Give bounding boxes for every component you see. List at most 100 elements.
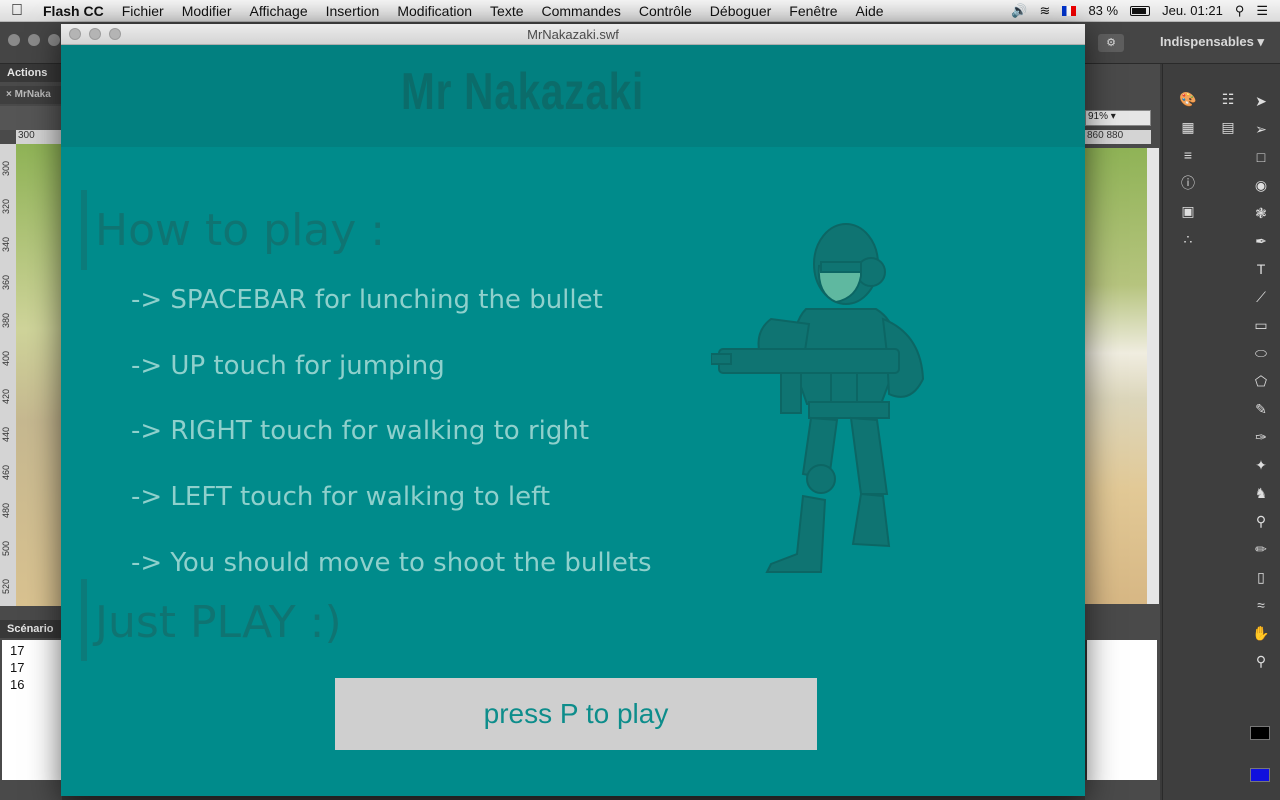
stroke-color-swatch[interactable] — [1250, 726, 1270, 740]
swf-window-title: MrNakazaki.swf — [527, 27, 619, 42]
volume-icon[interactable]: 🔊 — [1011, 3, 1027, 19]
swf-player-window: MrNakazaki.swf Mr Nakazaki How to play :… — [61, 24, 1085, 796]
text-tool-icon[interactable]: T — [1250, 258, 1272, 282]
zoom-icon[interactable] — [109, 28, 121, 40]
eraser-tool-icon[interactable]: ▯ — [1250, 566, 1272, 590]
rule-line: -> You should move to shoot the bullets — [131, 548, 652, 578]
paint-bucket-tool-icon[interactable]: ♞ — [1250, 482, 1272, 506]
info-icon[interactable]: ⓘ — [1177, 172, 1199, 194]
hand-tool-icon[interactable]: ✋ — [1250, 622, 1272, 646]
width-tool-icon[interactable]: ≈ — [1250, 594, 1272, 618]
ruler-label: 420 — [1, 388, 11, 404]
line-tool-icon[interactable]: ⟋ — [1250, 286, 1272, 310]
spotlight-search-icon[interactable]: ⚲ — [1235, 3, 1245, 19]
transform-icon[interactable]: ▣ — [1177, 200, 1199, 222]
oval-tool-icon[interactable]: ⬭ — [1250, 342, 1272, 366]
free-transform-tool-icon[interactable]: □ — [1250, 146, 1272, 170]
zoom-icon[interactable] — [48, 34, 60, 46]
french-flag-icon[interactable] — [1062, 5, 1077, 16]
press-p-to-play-button[interactable]: press P to play — [335, 678, 817, 750]
polystar-tool-icon[interactable]: ⬠ — [1250, 370, 1272, 394]
ruler-top: 300 — [16, 130, 62, 144]
section-marker — [81, 190, 87, 270]
timeline-panel[interactable]: 17 17 16 — [2, 640, 62, 780]
3d-rotation-tool-icon[interactable]: ◉ — [1250, 174, 1272, 198]
swatches-grid-icon[interactable]: ▦ — [1177, 116, 1199, 138]
tools-panel: ➤ ➢ □ ◉ ❃ ✒ T ⟋ ▭ ⬭ ⬠ ✎ ✑ ✦ ♞ ⚲ ✏ ▯ ≈ ✋ … — [1242, 86, 1280, 678]
ink-bottle-tool-icon[interactable]: ⚲ — [1250, 510, 1272, 534]
flash-window-controls — [8, 34, 60, 46]
subselection-tool-icon[interactable]: ➢ — [1250, 118, 1272, 142]
zoom-value: 91% — [1088, 111, 1109, 122]
ruler-label: 380 — [1, 312, 11, 328]
close-icon[interactable] — [8, 34, 20, 46]
workspace-menu[interactable]: Indispensables ▾ — [1160, 34, 1264, 50]
swf-title-bar[interactable]: MrNakazaki.swf — [61, 24, 1085, 45]
wifi-icon[interactable]: ≋ — [1040, 3, 1051, 19]
ruler-label: 400 — [1, 350, 11, 366]
menu-texte[interactable]: Texte — [481, 3, 532, 19]
menu-modifier[interactable]: Modifier — [173, 3, 241, 19]
notification-center-icon[interactable]: ☰ — [1256, 3, 1268, 19]
bone-tool-icon[interactable]: ✦ — [1250, 454, 1272, 478]
clock[interactable]: Jeu. 01:21 — [1162, 3, 1223, 18]
workspace-switcher-icon[interactable]: ⚙ — [1098, 34, 1124, 52]
flash-stage-right: 91% ▾ 860 880 — [1085, 64, 1160, 800]
document-tab[interactable]: × MrNaka — [0, 86, 62, 104]
workspace-label: Indispensables — [1159, 34, 1254, 49]
app-menu[interactable]: Flash CC — [34, 3, 113, 19]
menu-affichage[interactable]: Affichage — [241, 3, 317, 19]
color-panel-icon[interactable]: 🎨 — [1177, 88, 1199, 110]
ruler-left: 300 320 340 360 380 400 420 440 460 480 … — [0, 144, 16, 606]
ruler-label: 440 — [1, 426, 11, 442]
menu-modification[interactable]: Modification — [388, 3, 481, 19]
menu-fichier[interactable]: Fichier — [113, 3, 173, 19]
mac-menu-bar:  Flash CC Fichier Modifier Affichage In… — [0, 0, 1280, 22]
battery-icon[interactable] — [1130, 5, 1151, 16]
timeline-panel[interactable] — [1085, 640, 1157, 780]
ruler-top-right: 860 880 — [1085, 130, 1151, 144]
pencil-tool-icon[interactable]: ✎ — [1250, 398, 1272, 422]
ruler-label: 300 — [1, 160, 11, 176]
ruler-label: 460 — [1, 464, 11, 480]
actions-panel-tab[interactable]: Actions — [0, 64, 62, 82]
zoom-select[interactable]: 91% ▾ — [1085, 110, 1151, 126]
minimize-icon[interactable] — [28, 34, 40, 46]
timeline-row: 16 — [10, 677, 25, 692]
rule-line: -> UP touch for jumping — [131, 351, 445, 381]
pen-tool-icon[interactable]: ✒ — [1250, 230, 1272, 254]
menu-deboguer[interactable]: Déboguer — [701, 3, 781, 19]
rectangle-tool-icon[interactable]: ▭ — [1250, 314, 1272, 338]
vertical-scrollbar[interactable] — [1147, 148, 1159, 604]
library-icon[interactable]: ▤ — [1217, 116, 1239, 138]
ruler-label: 360 — [1, 274, 11, 290]
ruler-label: 480 — [1, 502, 11, 518]
rule-line: -> LEFT touch for walking to left — [131, 482, 551, 512]
align-icon[interactable]: ≡ — [1177, 144, 1199, 166]
selection-tool-icon[interactable]: ➤ — [1250, 90, 1272, 114]
ruler-label: 500 — [1, 540, 11, 556]
ruler-label: 520 — [1, 578, 11, 594]
apple-menu-icon[interactable]:  — [0, 2, 34, 20]
eyedropper-tool-icon[interactable]: ✏ — [1250, 538, 1272, 562]
fill-color-swatch[interactable] — [1250, 768, 1270, 782]
zoom-tool-icon[interactable]: ⚲ — [1250, 650, 1272, 674]
timeline-panel-tab[interactable]: Scénario — [0, 620, 62, 638]
components-icon[interactable]: ∴ — [1177, 228, 1199, 250]
menu-aide[interactable]: Aide — [847, 3, 893, 19]
stage-artwork[interactable] — [1085, 148, 1147, 604]
minimize-icon[interactable] — [89, 28, 101, 40]
stage-artwork[interactable] — [16, 144, 62, 606]
lasso-tool-icon[interactable]: ❃ — [1250, 202, 1272, 226]
menu-insertion[interactable]: Insertion — [317, 3, 389, 19]
menu-fenetre[interactable]: Fenêtre — [780, 3, 846, 19]
menu-controle[interactable]: Contrôle — [630, 3, 701, 19]
timeline-row: 17 — [10, 643, 25, 658]
close-icon[interactable] — [69, 28, 81, 40]
ruler-label: 320 — [1, 198, 11, 214]
soldier-character-icon — [711, 223, 925, 573]
properties-icon[interactable]: ☷ — [1217, 88, 1239, 110]
how-to-play-heading: How to play : — [95, 205, 386, 256]
menu-commandes[interactable]: Commandes — [533, 3, 630, 19]
brush-tool-icon[interactable]: ✑ — [1250, 426, 1272, 450]
